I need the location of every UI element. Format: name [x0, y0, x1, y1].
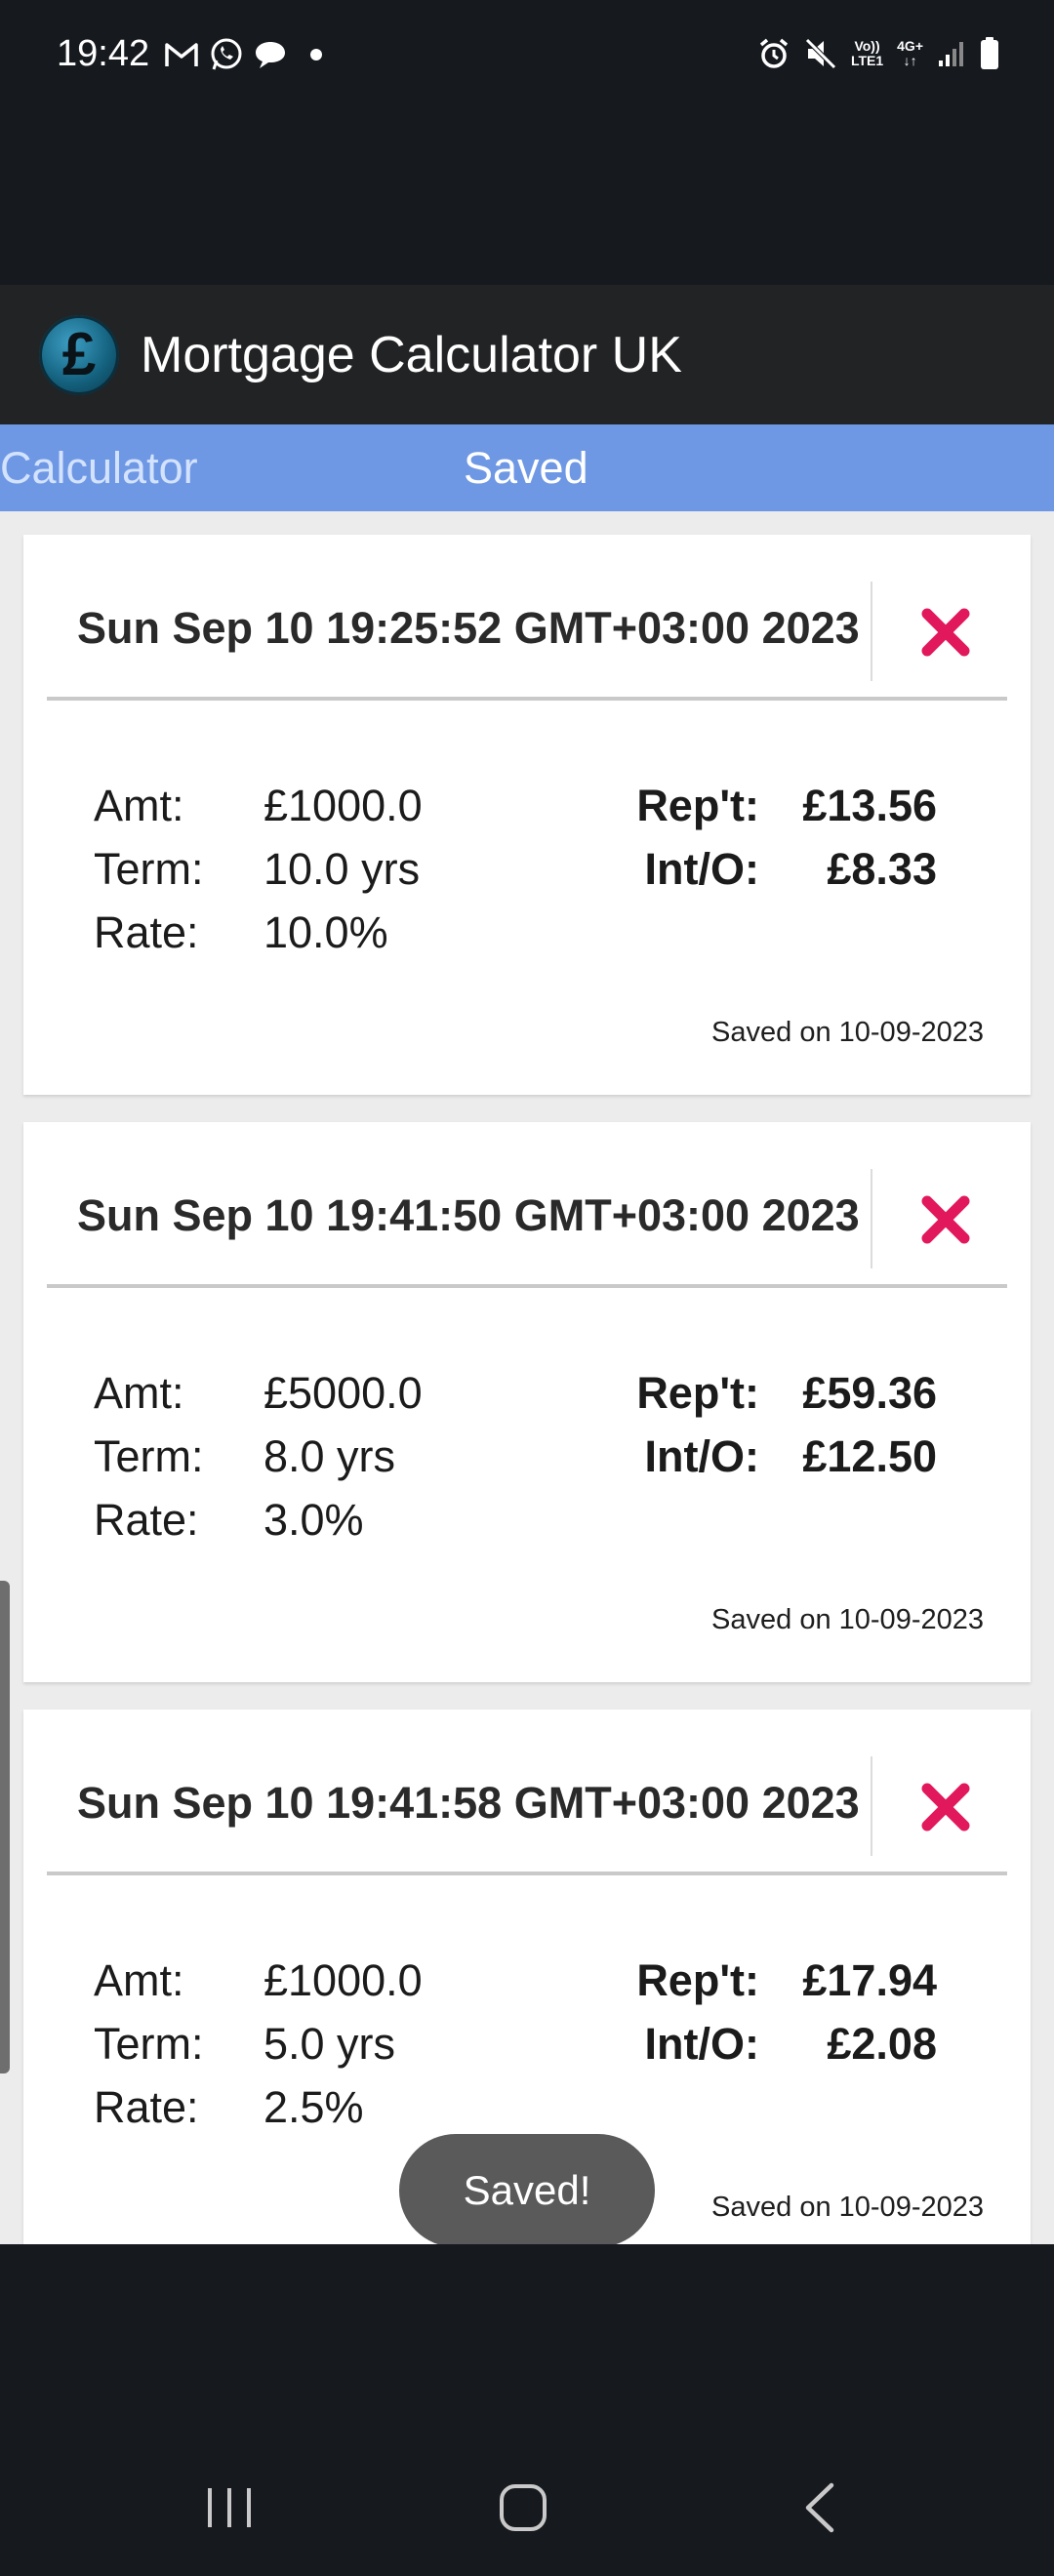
battery-icon [980, 37, 999, 70]
repayment-value: £13.56 [802, 781, 937, 830]
status-time: 19:42 [57, 33, 150, 74]
tab-saved[interactable]: Saved [464, 424, 588, 511]
volte-bottom-text: LTE1 [850, 53, 884, 68]
amount-label: Amt: [94, 781, 184, 830]
notification-icons [164, 37, 322, 72]
repayment-value: £59.36 [802, 1368, 937, 1418]
back-button[interactable] [781, 2478, 859, 2537]
tab-bar: Calculator Saved [0, 424, 1054, 511]
interest-only-label: Int/O: [644, 1431, 759, 1481]
saved-date: Saved on 10-09-2023 [711, 1604, 984, 1635]
rate-value: 3.0% [264, 1495, 364, 1545]
pound-logo-icon: £ [39, 314, 119, 395]
rate-label: Rate: [94, 907, 199, 957]
rate-label: Rate: [94, 2082, 199, 2132]
rate-value: 10.0% [264, 907, 388, 957]
4g-icon: 4G+ ↓↑ [897, 39, 923, 68]
gmail-icon [164, 40, 199, 69]
repayment-label: Rep't: [636, 781, 759, 830]
interest-only-value: £2.08 [827, 2019, 937, 2069]
repayment-label: Rep't: [636, 1955, 759, 2005]
home-button[interactable] [484, 2478, 562, 2537]
amount-label: Amt: [94, 1368, 184, 1418]
interest-only-label: Int/O: [644, 844, 759, 894]
network-type-text: 4G+ [897, 38, 923, 54]
status-bar: 19:42 Vo)) LTE1 4G+ ↓↑ [0, 0, 1054, 115]
rate-label: Rate: [94, 1495, 199, 1545]
network-arrows-text: ↓↑ [903, 53, 917, 68]
interest-only-label: Int/O: [644, 2019, 759, 2069]
edge-panel-handle[interactable] [0, 1581, 10, 2073]
app-title: Mortgage Calculator UK [141, 326, 682, 383]
term-label: Term: [94, 1431, 204, 1481]
amount-label: Amt: [94, 1955, 184, 2005]
term-value: 8.0 yrs [264, 1431, 396, 1481]
tab-calculator[interactable]: Calculator [0, 424, 198, 511]
close-icon [921, 1783, 970, 1831]
term-value: 5.0 yrs [264, 2019, 396, 2069]
app-bar: £ Mortgage Calculator UK [0, 285, 1054, 424]
saved-date: Saved on 10-09-2023 [711, 2192, 984, 2223]
saved-list[interactable]: Sun Sep 10 19:25:52 GMT+03:00 2023 Amt: … [0, 511, 1054, 2244]
saved-calculation-title: Sun Sep 10 19:25:52 GMT+03:00 2023 [77, 603, 860, 653]
system-icons: Vo)) LTE1 4G+ ↓↑ [757, 37, 999, 70]
card-divider [47, 1872, 1007, 1875]
back-icon [805, 2482, 834, 2533]
saved-date: Saved on 10-09-2023 [711, 1017, 984, 1048]
saved-calculation-title: Sun Sep 10 19:41:50 GMT+03:00 2023 [77, 1190, 860, 1240]
whatsapp-icon [209, 37, 244, 72]
repayment-label: Rep't: [636, 1368, 759, 1418]
card-divider [47, 697, 1007, 701]
amount-value: £1000.0 [264, 781, 423, 830]
title-divider [871, 1169, 872, 1268]
saved-calculation-card[interactable]: Sun Sep 10 19:25:52 GMT+03:00 2023 Amt: … [23, 535, 1031, 1095]
delete-button[interactable] [912, 598, 980, 666]
title-divider [871, 1756, 872, 1856]
title-divider [871, 582, 872, 681]
saved-calculation-title: Sun Sep 10 19:41:58 GMT+03:00 2023 [77, 1778, 860, 1828]
amount-value: £5000.0 [264, 1368, 423, 1418]
close-icon [921, 1195, 970, 1244]
logo-symbol: £ [61, 321, 97, 388]
close-icon [921, 608, 970, 657]
term-label: Term: [94, 844, 204, 894]
interest-only-value: £12.50 [802, 1431, 937, 1481]
delete-button[interactable] [912, 1186, 980, 1254]
recents-button[interactable] [190, 2478, 268, 2537]
rate-value: 2.5% [264, 2082, 364, 2132]
volte-icon: Vo)) LTE1 [851, 39, 883, 68]
recents-icon [208, 2488, 251, 2527]
term-value: 10.0 yrs [264, 844, 421, 894]
term-label: Term: [94, 2019, 204, 2069]
chat-bubble-icon [254, 39, 287, 70]
volte-top-text: Vo)) [854, 38, 880, 54]
toast-message: Saved! [399, 2134, 655, 2247]
repayment-value: £17.94 [802, 1955, 937, 2005]
amount-value: £1000.0 [264, 1955, 423, 2005]
card-divider [47, 1284, 1007, 1288]
interest-only-value: £8.33 [827, 844, 937, 894]
signal-icon [937, 39, 966, 68]
dot-icon [310, 49, 322, 60]
saved-calculation-card[interactable]: Sun Sep 10 19:41:50 GMT+03:00 2023 Amt: … [23, 1122, 1031, 1682]
home-icon [500, 2484, 547, 2531]
mute-icon [804, 37, 837, 70]
delete-button[interactable] [912, 1773, 980, 1841]
alarm-icon [757, 37, 790, 70]
